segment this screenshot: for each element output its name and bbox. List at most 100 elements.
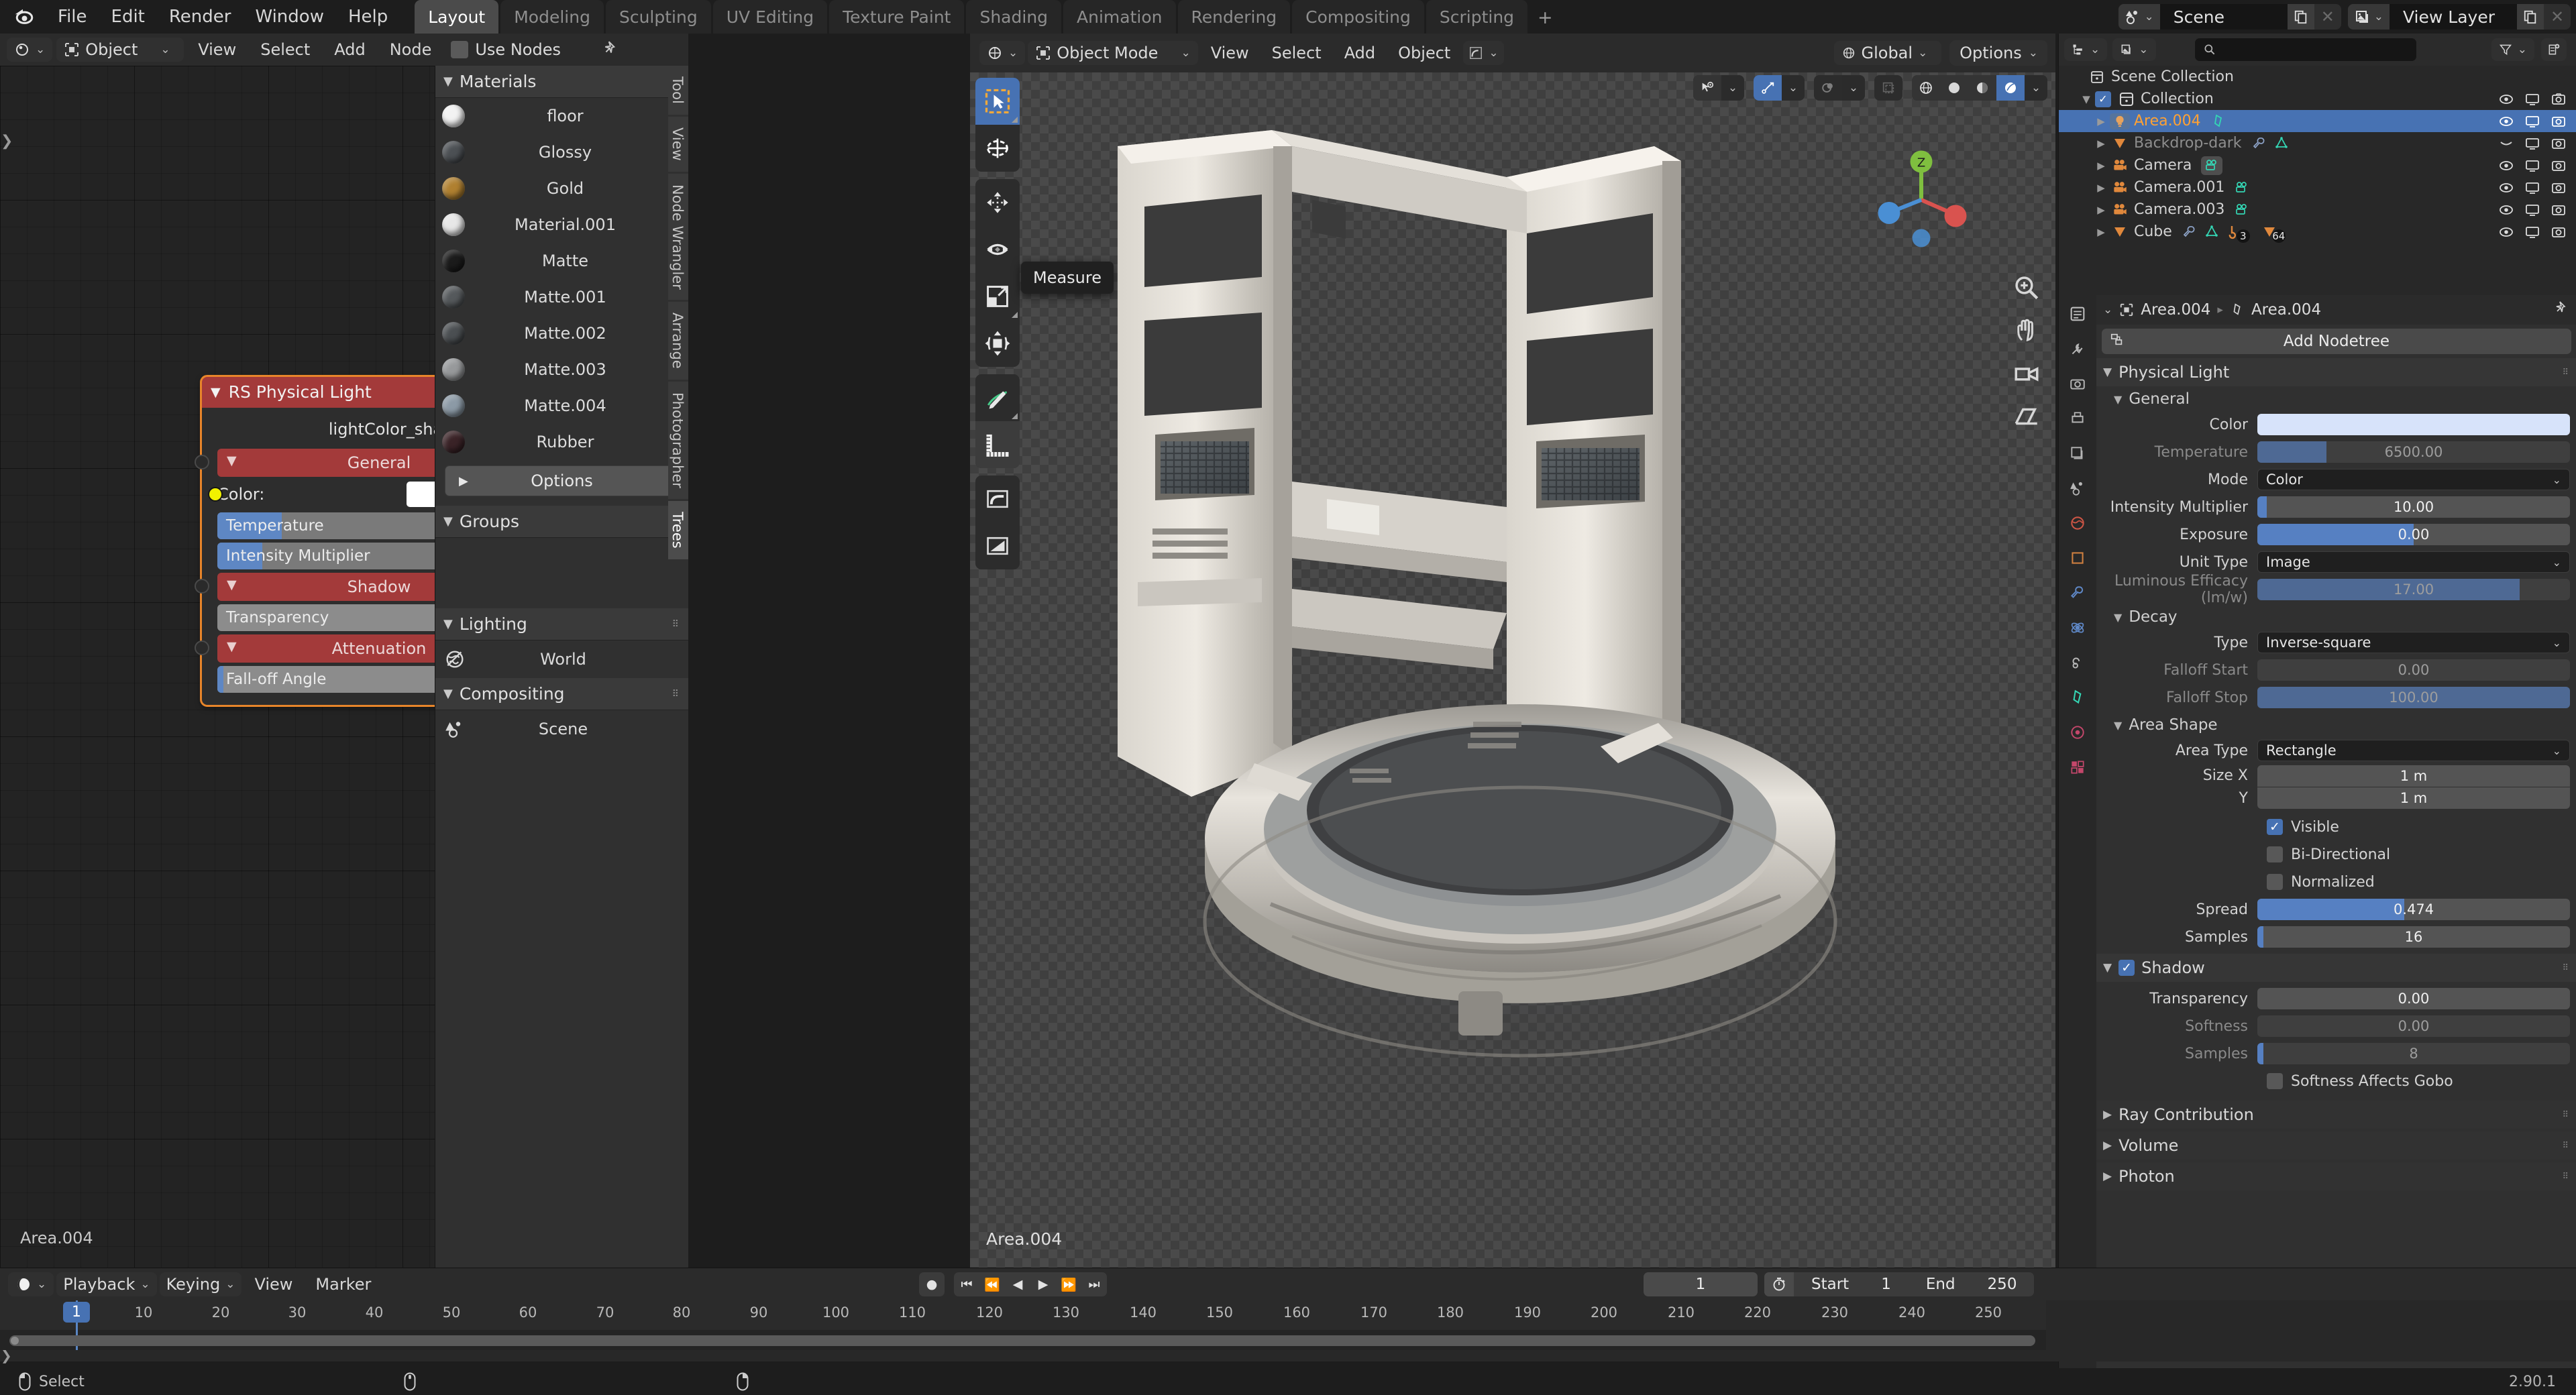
section-decay-header[interactable]: ▼ Decay xyxy=(2096,604,2576,630)
tweak-tool-button[interactable] xyxy=(975,78,1020,125)
section-shadow-header[interactable]: ▼ Shadow ⠿ xyxy=(2096,954,2576,982)
sidebar-tab-arrange[interactable]: Arrange xyxy=(668,302,688,380)
outliner-row-camera-003[interactable]: ▶ Camera.003 xyxy=(2059,199,2576,221)
scene-unlink-button[interactable]: ✕ xyxy=(2314,4,2341,30)
object-types-visibility-button[interactable] xyxy=(1693,75,1721,101)
cursor-tool-button[interactable] xyxy=(975,125,1020,172)
toggle-xray-button[interactable] xyxy=(1874,75,1902,101)
breadcrumb-object[interactable]: Area.004 xyxy=(2141,301,2210,319)
disable-in-render-icon[interactable] xyxy=(2551,180,2567,196)
tab-rendering[interactable]: Rendering xyxy=(1177,0,1291,34)
show-overlays-button[interactable] xyxy=(1814,75,1842,101)
visible-checkbox[interactable] xyxy=(2267,819,2283,835)
shadow-samples-slider[interactable]: 8 xyxy=(2257,1043,2570,1064)
zoom-icon[interactable] xyxy=(2012,274,2041,302)
prop-row-decay-type[interactable]: Type Inverse-square ⌄ xyxy=(2096,630,2576,655)
list-item[interactable]: Matte.003 xyxy=(435,351,688,388)
rotate-tool-button[interactable] xyxy=(975,226,1020,273)
mesh-group-icon[interactable]: 64 xyxy=(2261,224,2291,243)
collapse-triangle-icon[interactable]: ▼ xyxy=(227,453,237,468)
viewport-mode-extra-button[interactable]: ⌄ xyxy=(1463,41,1504,65)
prop-row-falloff-start[interactable]: Falloff Start 0.00 xyxy=(2096,657,2576,683)
active-camera-highlight[interactable] xyxy=(2201,156,2223,175)
end-frame-field[interactable]: End 250 xyxy=(1909,1272,2035,1296)
camera-data-icon[interactable] xyxy=(2234,180,2250,196)
mesh-data-icon[interactable] xyxy=(2204,224,2220,240)
orthographic-toggle-icon[interactable] xyxy=(2012,402,2041,431)
outliner-row-area-004[interactable]: ▶ Area.004 xyxy=(2059,110,2576,132)
playhead-label[interactable]: 1 xyxy=(63,1302,90,1323)
node-menu-select[interactable]: Select xyxy=(250,40,320,59)
disclosure-triangle-icon[interactable]: ▶ xyxy=(2092,137,2110,150)
outliner-row-backdrop-dark[interactable]: ▶ Backdrop-dark xyxy=(2059,132,2576,154)
spread-slider[interactable]: 0.474 xyxy=(2257,899,2570,920)
lighting-panel-header[interactable]: ▼ Lighting ⠿ xyxy=(435,608,688,640)
shader-type-selector[interactable]: Object ⌄ xyxy=(56,38,184,62)
collapse-triangle-icon[interactable]: ▼ xyxy=(2103,961,2112,974)
gizmo-y-axis[interactable] xyxy=(1878,202,1900,224)
play-button[interactable]: ▶ xyxy=(1030,1272,1056,1296)
view-layer-icon-button[interactable]: ⌄ xyxy=(2347,4,2390,30)
disable-in-viewport-icon[interactable] xyxy=(2524,224,2540,240)
timeline-editor-type-button[interactable]: ⌄ xyxy=(8,1272,54,1296)
tab-texture-paint[interactable]: Texture Paint xyxy=(829,0,965,34)
node-menu-node[interactable]: Node xyxy=(380,40,442,59)
properties-tab-object[interactable] xyxy=(2065,546,2090,570)
auto-keying-button[interactable]: ● xyxy=(919,1272,945,1296)
menu-edit[interactable]: Edit xyxy=(99,4,157,30)
normalized-checkbox[interactable] xyxy=(2267,874,2283,890)
move-tool-button[interactable] xyxy=(975,179,1020,226)
prop-row-color[interactable]: Color xyxy=(2096,412,2576,437)
prop-row-mode[interactable]: Mode Color ⌄ xyxy=(2096,467,2576,492)
prop-row-area-samples[interactable]: Samples 16 xyxy=(2096,924,2576,950)
menu-window[interactable]: Window xyxy=(243,4,336,30)
sidebar-tab-node-wrangler[interactable]: Node Wrangler xyxy=(668,173,688,300)
exposure-slider[interactable]: 0.00 xyxy=(2257,524,2570,545)
outliner-row-collection[interactable]: ▼ ✓ Collection xyxy=(2059,88,2576,110)
properties-tab-physics[interactable] xyxy=(2065,616,2090,640)
groups-panel-header[interactable]: ▼ Groups ⠿ xyxy=(435,506,688,538)
properties-tab-constraints[interactable] xyxy=(2065,651,2090,675)
prop-row-spread[interactable]: Spread 0.474 xyxy=(2096,897,2576,922)
sidebar-tab-photographer[interactable]: Photographer xyxy=(668,382,688,500)
size-y-field[interactable]: 1 m xyxy=(2257,787,2570,809)
jump-to-end-button[interactable]: ⏭ xyxy=(1081,1272,1107,1296)
viewport-canvas[interactable]: Measure Z Area.004 xyxy=(970,72,2055,1268)
jump-to-start-button[interactable]: ⏮ xyxy=(954,1272,979,1296)
timeline-horizontal-scrollbar[interactable] xyxy=(9,1335,2035,1346)
visibility-dropdown[interactable]: ⌄ xyxy=(1721,75,1744,101)
area-type-dropdown[interactable]: Rectangle ⌄ xyxy=(2257,740,2570,761)
menu-file[interactable]: File xyxy=(46,4,99,30)
outliner-row-scene-collection[interactable]: Scene Collection xyxy=(2059,66,2576,88)
mode-dropdown[interactable]: Color ⌄ xyxy=(2257,469,2570,490)
outliner-new-collection-button[interactable] xyxy=(2541,38,2567,61)
menu-help[interactable]: Help xyxy=(336,4,400,30)
mesh-data-icon[interactable] xyxy=(2273,135,2290,152)
section-general-header[interactable]: ▼ General xyxy=(2096,386,2576,412)
keying-menu[interactable]: Keying ⌄ xyxy=(159,1272,242,1296)
hide-in-viewport-icon[interactable] xyxy=(2498,91,2514,107)
disable-in-render-icon[interactable] xyxy=(2551,224,2567,240)
hide-in-viewport-icon[interactable] xyxy=(2498,224,2514,240)
next-keyframe-button[interactable]: ⏩ xyxy=(1056,1272,1081,1296)
previous-keyframe-button[interactable]: ⏪ xyxy=(979,1272,1005,1296)
tab-shading[interactable]: Shading xyxy=(966,0,1062,34)
pan-hand-icon[interactable] xyxy=(2012,317,2041,345)
scale-tool-button[interactable] xyxy=(975,273,1020,320)
socket-attenuation[interactable] xyxy=(195,640,209,655)
softness-affects-gobo-checkbox[interactable] xyxy=(2267,1073,2283,1089)
pin-button[interactable] xyxy=(602,40,620,60)
disclosure-triangle-icon[interactable]: ▶ xyxy=(2092,115,2110,127)
scene-icon-button[interactable]: ⌄ xyxy=(2118,4,2160,30)
rendered-shading-button[interactable] xyxy=(1996,75,2025,101)
list-item[interactable]: Matte.004 xyxy=(435,388,688,424)
properties-tab-world[interactable] xyxy=(2065,511,2090,535)
section-area-shape-header[interactable]: ▼ Area Shape xyxy=(2096,712,2576,738)
hide-in-viewport-icon[interactable] xyxy=(2498,180,2514,196)
transform-tool-button[interactable] xyxy=(975,320,1020,367)
lighting-world-row[interactable]: World xyxy=(435,640,688,678)
collection-checkbox[interactable]: ✓ xyxy=(2095,91,2111,107)
section-ray-contribution-header[interactable]: ▶ Ray Contribution ⠿ xyxy=(2096,1101,2576,1129)
expand-triangle-icon[interactable]: ▶ xyxy=(2103,1139,2112,1152)
annotate-tool-button[interactable] xyxy=(975,374,1020,421)
